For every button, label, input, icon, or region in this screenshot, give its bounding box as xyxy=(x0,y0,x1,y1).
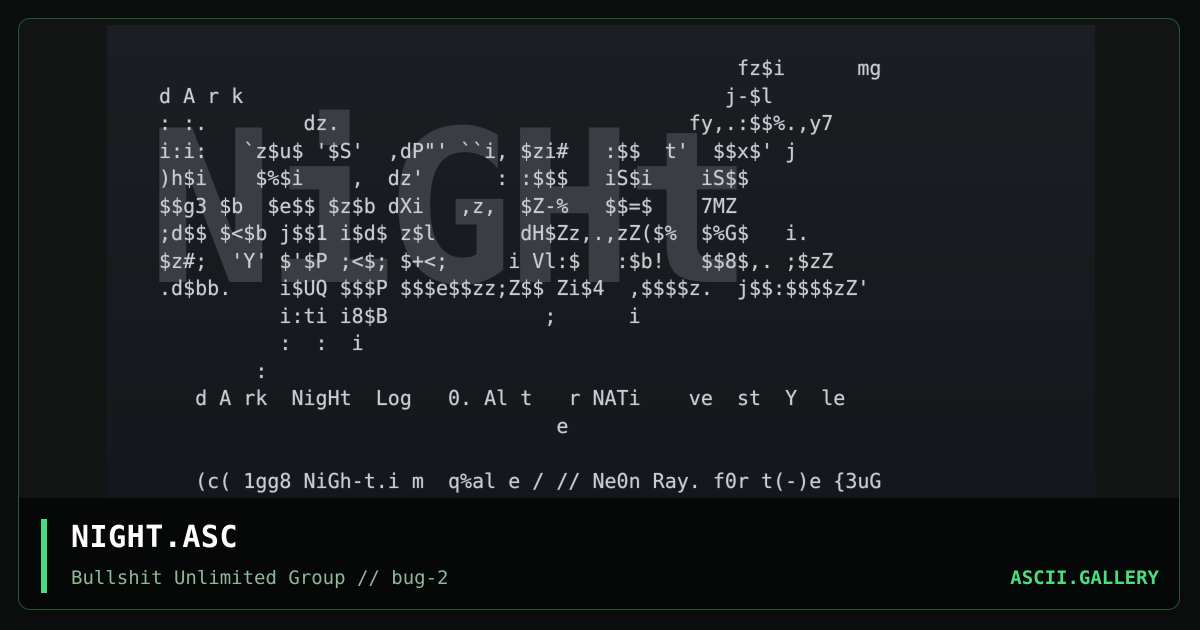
artwork-preview[interactable]: NiGHt fz$i mg d A r k j-$l : :. dz. fy,.… xyxy=(107,25,1095,505)
accent-bar xyxy=(41,519,47,593)
site-name[interactable]: ASCII.GALLERY xyxy=(1010,567,1159,589)
ascii-art-text: fz$i mg d A r k j-$l : :. dz. fy,.:$$%.,… xyxy=(159,56,882,493)
artwork-title[interactable]: NIGHT.ASC xyxy=(71,520,238,555)
card-frame: NiGHt fz$i mg d A r k j-$l : :. dz. fy,.… xyxy=(18,18,1180,610)
artwork-meta: Bullshit Unlimited Group // bug-2 xyxy=(71,567,449,589)
info-bar: NIGHT.ASC Bullshit Unlimited Group // bu… xyxy=(19,498,1179,609)
